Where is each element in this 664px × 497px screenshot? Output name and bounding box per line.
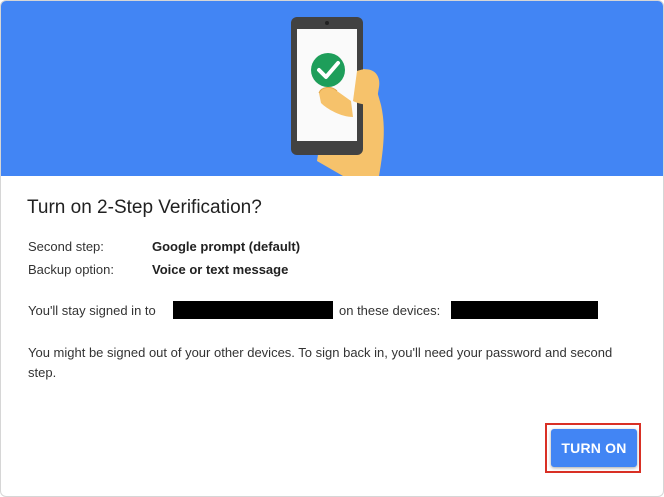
verification-dialog: Turn on 2-Step Verification? Second step…	[0, 0, 664, 497]
checkmark-icon	[311, 53, 345, 87]
signed-in-middle-line: on these devices:	[339, 303, 440, 318]
redacted-account	[173, 301, 333, 319]
detail-value: Google prompt (default)	[152, 239, 301, 254]
redacted-devices	[451, 301, 598, 319]
dialog-title: Turn on 2-Step Verification?	[27, 197, 262, 218]
signed-in-line: You'll stay signed in to	[28, 303, 156, 318]
turn-on-button[interactable]: TURN ON	[551, 429, 637, 467]
hero-banner	[1, 1, 663, 176]
detail-label: Second step:	[28, 239, 104, 254]
detail-value: Voice or text message	[152, 262, 289, 277]
detail-label: Backup option:	[28, 262, 115, 277]
signed-in-prefix: You'll stay signed in to	[28, 303, 156, 318]
signed-in-middle: on these devices:	[339, 303, 441, 318]
signout-notice: You might be signed out of your other de…	[28, 345, 613, 380]
phone-hand-illustration	[291, 17, 384, 176]
